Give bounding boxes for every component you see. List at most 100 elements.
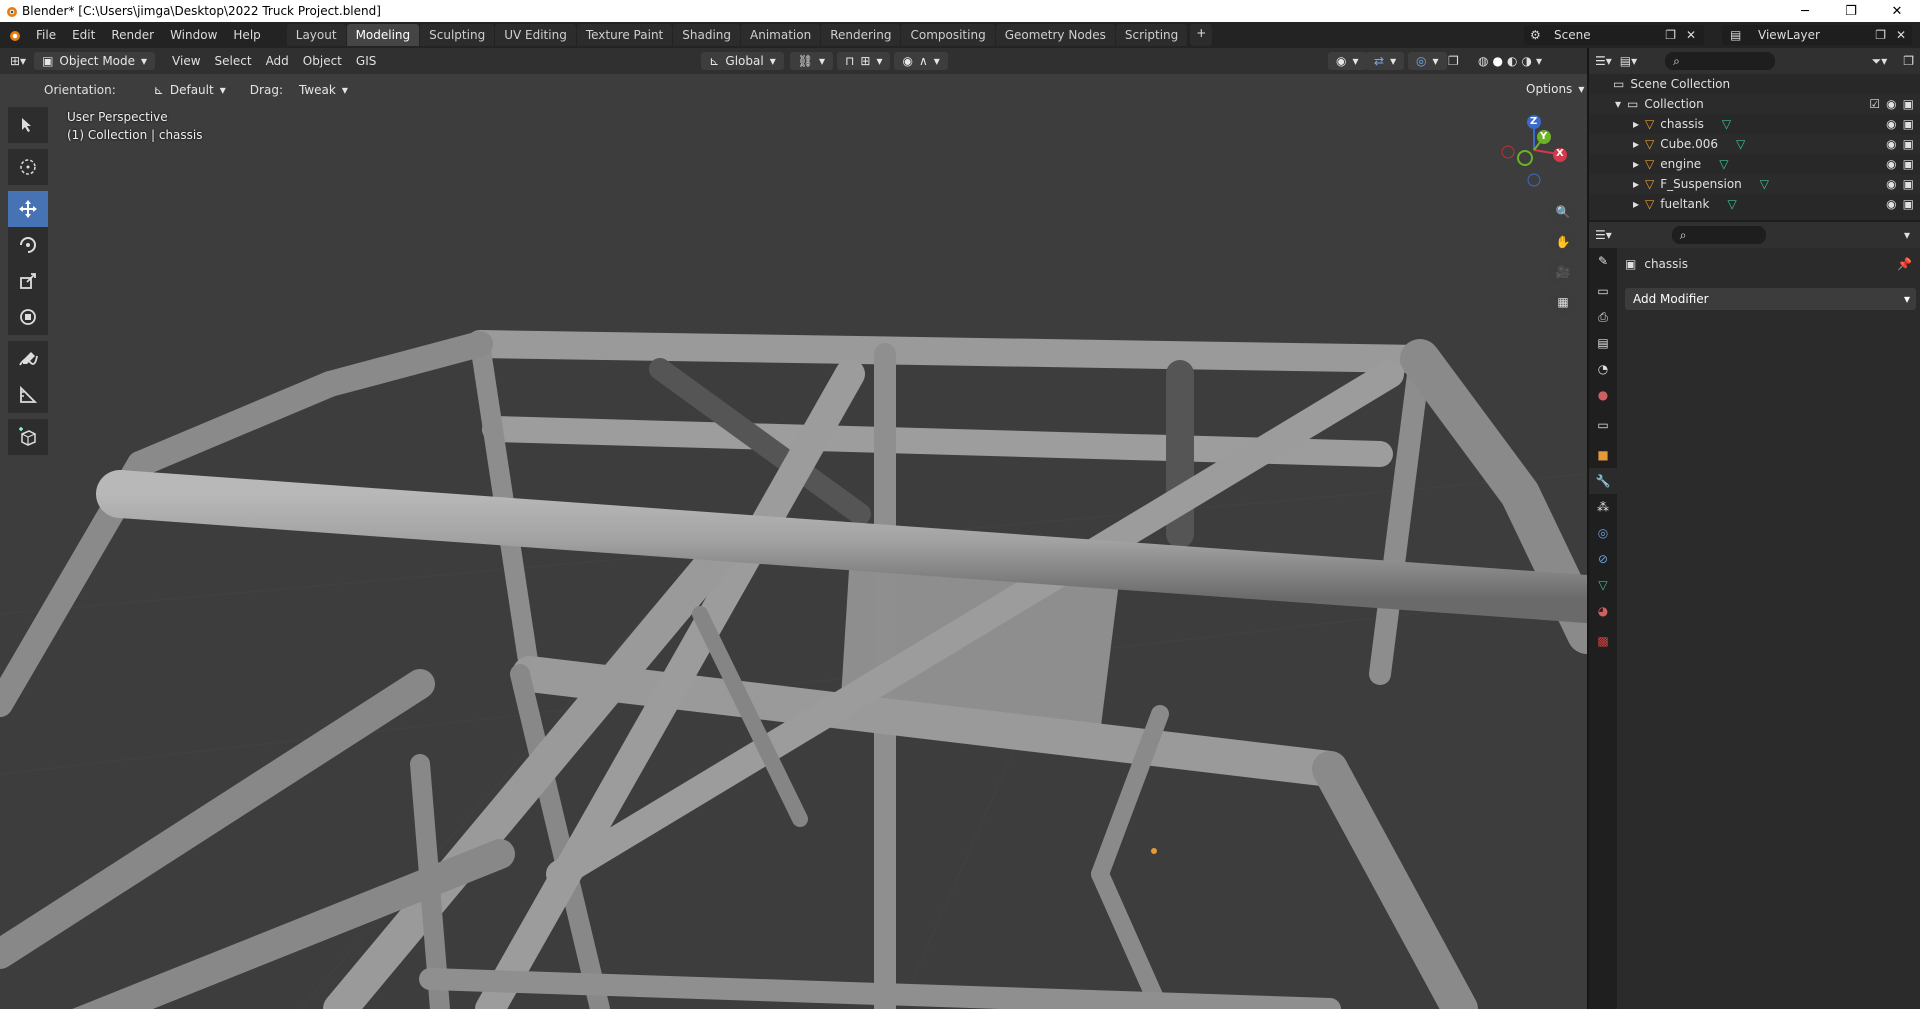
view-layer-tab-icon[interactable]: ▤ xyxy=(1589,330,1617,356)
delete-view-layer-icon[interactable]: ✕ xyxy=(1896,28,1906,42)
eye-icon[interactable]: ◉ xyxy=(1886,177,1896,191)
add-modifier-button[interactable]: Add Modifier ▾ xyxy=(1625,288,1916,310)
eye-icon[interactable]: ◉ xyxy=(1886,117,1896,131)
expand-arrow-icon[interactable]: ▸ xyxy=(1633,157,1639,171)
tab-modeling[interactable]: Modeling xyxy=(346,24,420,46)
delete-scene-icon[interactable]: ✕ xyxy=(1686,28,1696,42)
outliner-item-fueltank[interactable]: ▸ ▽ fueltank ▽ ◉ ▣ xyxy=(1589,194,1920,214)
3d-viewport[interactable]: Orientation: ⊾ Default ▾ Drag: Tweak ▾ O… xyxy=(0,74,1587,1009)
eye-icon[interactable]: ◉ xyxy=(1886,157,1896,171)
outliner-item-cube006[interactable]: ▸ ▽ Cube.006 ▽ ◉ ▣ xyxy=(1589,134,1920,154)
tab-sculpting[interactable]: Sculpting xyxy=(420,24,495,46)
new-collection-icon[interactable]: ❐ xyxy=(1903,54,1914,68)
mode-dropdown[interactable]: ▣ Object Mode ▾ xyxy=(34,52,156,70)
transform-orientation-dropdown[interactable]: ⊾ Global ▾ xyxy=(701,52,784,70)
menu-render[interactable]: Render xyxy=(103,28,162,42)
close-button[interactable]: ✕ xyxy=(1874,0,1920,22)
orientation-dropdown[interactable]: ⊾ Default ▾ xyxy=(145,81,242,99)
tab-geometry-nodes[interactable]: Geometry Nodes xyxy=(995,24,1115,46)
menu-view[interactable]: View xyxy=(165,54,207,68)
new-scene-icon[interactable]: ❐ xyxy=(1665,28,1676,42)
expand-arrow-icon[interactable]: ▸ xyxy=(1633,117,1639,131)
menu-select[interactable]: Select xyxy=(208,54,259,68)
overlays-dropdown[interactable]: ◎ ▾ xyxy=(1408,52,1447,70)
eye-icon[interactable]: ◉ xyxy=(1886,137,1896,151)
menu-file[interactable]: File xyxy=(28,28,64,42)
object-tab-icon[interactable]: ■ xyxy=(1589,442,1617,468)
scene-tab-icon[interactable]: ◔ xyxy=(1589,356,1617,382)
material-shading-icon[interactable]: ◐ xyxy=(1507,54,1517,68)
tool-tab-icon[interactable]: ✎ xyxy=(1589,248,1617,274)
maximize-button[interactable]: ❐ xyxy=(1828,0,1874,22)
camera-icon[interactable]: ▣ xyxy=(1903,117,1914,131)
camera-icon[interactable]: ▣ xyxy=(1903,97,1914,111)
drag-dropdown[interactable]: Tweak ▾ xyxy=(290,81,356,99)
visibility-dropdown[interactable]: ◉ ▾ xyxy=(1328,52,1367,70)
pin-icon[interactable]: 📌 xyxy=(1897,257,1912,271)
proportional-edit-dropdown[interactable]: ◉ ∧ ▾ xyxy=(894,52,948,70)
particles-tab-icon[interactable]: ⁂ xyxy=(1589,494,1617,520)
render-tab-icon[interactable]: ▭ xyxy=(1589,278,1617,304)
menu-edit[interactable]: Edit xyxy=(64,28,103,42)
properties-search-input[interactable]: ⌕ xyxy=(1671,226,1766,244)
navigation-gizmo[interactable]: Z X Y xyxy=(1490,110,1570,200)
transform-tool-icon[interactable] xyxy=(8,299,48,335)
eye-icon[interactable]: ◉ xyxy=(1886,197,1896,211)
mesh-data-icon[interactable]: ▽ xyxy=(1736,137,1745,151)
menu-add[interactable]: Add xyxy=(259,54,296,68)
modifier-wrench-icon[interactable]: 🔧 xyxy=(1589,468,1617,494)
menu-window[interactable]: Window xyxy=(162,28,225,42)
outliner-item-chassis[interactable]: ▸ ▽ chassis ▽ ◉ ▣ xyxy=(1589,114,1920,134)
ortho-grid-icon[interactable]: ▦ xyxy=(1549,288,1577,316)
gizmo-dropdown[interactable]: ⇄ ▾ xyxy=(1366,52,1405,70)
expand-arrow-icon[interactable]: ▾ xyxy=(1615,97,1621,111)
tab-rendering[interactable]: Rendering xyxy=(821,24,901,46)
mesh-data-icon[interactable]: ▽ xyxy=(1719,157,1728,171)
camera-view-icon[interactable]: 🎥 xyxy=(1549,258,1577,286)
filter-icon[interactable]: ⏷▾ xyxy=(1872,54,1888,69)
tab-scripting[interactable]: Scripting xyxy=(1115,24,1188,46)
tab-layout[interactable]: Layout xyxy=(286,24,346,46)
xray-toggle-icon[interactable]: ❐ xyxy=(1448,54,1459,68)
move-tool-icon[interactable] xyxy=(8,191,48,227)
options-dropdown[interactable]: Options ▾ xyxy=(1518,80,1587,98)
shading-options-icon[interactable]: ▾ xyxy=(1536,54,1542,68)
camera-icon[interactable]: ▣ xyxy=(1903,137,1914,151)
mesh-data-icon[interactable]: ▽ xyxy=(1760,177,1769,191)
outliner-search-input[interactable]: ⌕ xyxy=(1665,52,1776,70)
options-chevron-icon[interactable]: ▾ xyxy=(1904,228,1910,242)
add-workspace-button[interactable]: + xyxy=(1190,24,1213,46)
eye-icon[interactable]: ◉ xyxy=(1886,97,1896,111)
camera-icon[interactable]: ▣ xyxy=(1903,177,1914,191)
wireframe-shading-icon[interactable]: ◍ xyxy=(1478,54,1488,68)
tab-shading[interactable]: Shading xyxy=(673,24,740,46)
pan-hand-icon[interactable]: ✋ xyxy=(1549,228,1577,256)
add-cube-tool-icon[interactable] xyxy=(8,419,48,455)
solid-shading-icon[interactable]: ● xyxy=(1492,54,1502,68)
blender-menu-icon[interactable] xyxy=(0,28,28,42)
physics-tab-icon[interactable]: ◎ xyxy=(1589,520,1617,546)
cursor-tool-icon[interactable] xyxy=(8,149,48,185)
minimize-button[interactable]: ─ xyxy=(1782,0,1828,22)
mesh-data-icon[interactable]: ▽ xyxy=(1727,197,1736,211)
output-tab-icon[interactable]: ⎙ xyxy=(1589,304,1617,330)
world-tab-icon[interactable]: ● xyxy=(1589,382,1617,408)
material-tab-icon[interactable]: ◕ xyxy=(1589,598,1617,624)
expand-arrow-icon[interactable]: ▸ xyxy=(1633,197,1639,211)
rotate-tool-icon[interactable] xyxy=(8,227,48,263)
tab-animation[interactable]: Animation xyxy=(741,24,821,46)
mesh-data-icon[interactable]: ▽ xyxy=(1722,117,1731,131)
zoom-icon[interactable]: 🔍 xyxy=(1549,198,1577,226)
snap-dropdown[interactable]: ⊓ ⊞ ▾ xyxy=(837,52,891,70)
tab-texture-paint[interactable]: Texture Paint xyxy=(576,24,673,46)
expand-arrow-icon[interactable]: ▸ xyxy=(1633,177,1639,191)
mesh-data-tab-icon[interactable]: ▽ xyxy=(1589,572,1617,598)
outliner-item-engine[interactable]: ▸ ▽ engine ▽ ◉ ▣ xyxy=(1589,154,1920,174)
checkbox-icon[interactable]: ☑ xyxy=(1869,97,1880,111)
pivot-point-dropdown[interactable]: ⛓ ▾ xyxy=(789,52,833,70)
tab-compositing[interactable]: Compositing xyxy=(901,24,995,46)
scale-tool-icon[interactable] xyxy=(8,263,48,299)
view-layer-selector[interactable]: ▤ ViewLayer ❐ ✕ xyxy=(1722,25,1912,45)
editor-type-icon[interactable]: ⊞▾ xyxy=(10,54,26,68)
tab-uv-editing[interactable]: UV Editing xyxy=(495,24,576,46)
